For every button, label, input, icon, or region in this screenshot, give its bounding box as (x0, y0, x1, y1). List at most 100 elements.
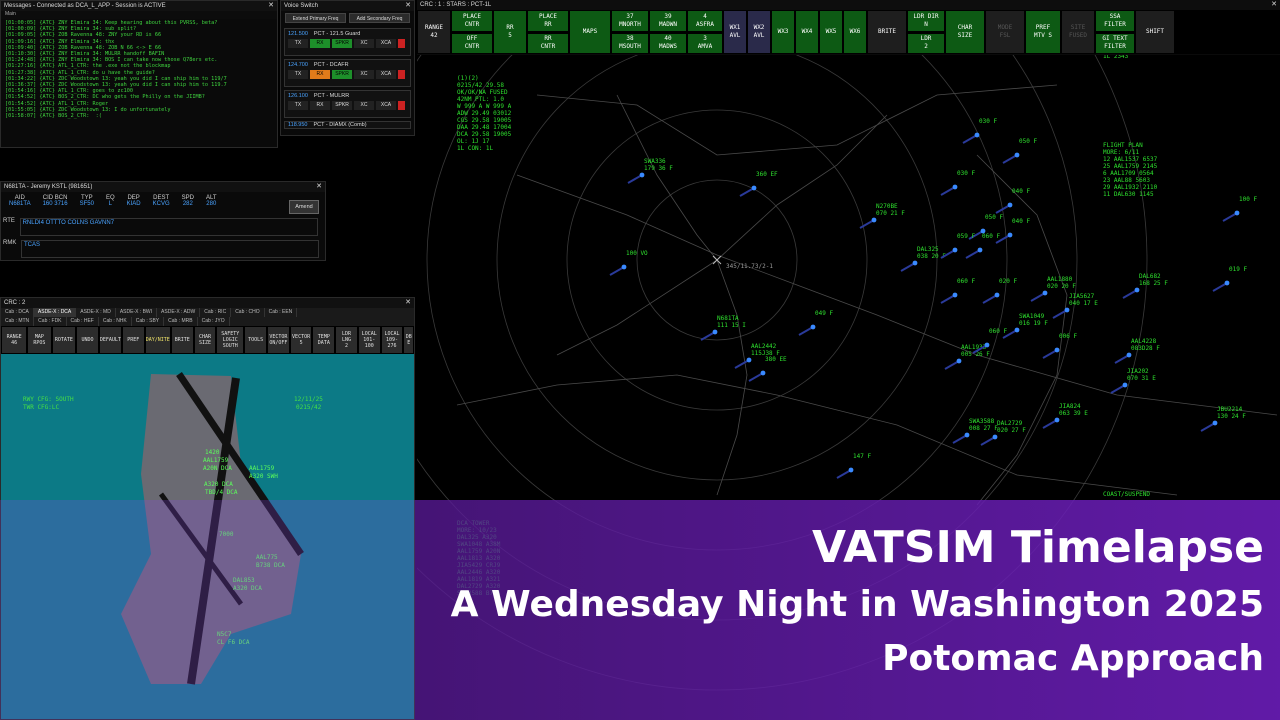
aircraft-target[interactable] (952, 247, 958, 253)
aircraft-target[interactable] (1122, 382, 1128, 388)
asde-dcb-button[interactable]: VECTOR ON/OFF (266, 326, 290, 354)
asde-tab[interactable]: ASDE-X : BWI (116, 308, 158, 317)
asde-dcb-button[interactable]: TOOLS (244, 326, 267, 354)
asde-dcb-button[interactable]: TEMP DATA (312, 326, 336, 354)
asde-tab[interactable]: ASDE-X : DCA (33, 308, 77, 317)
datablock-callsign[interactable]: 040 F (1012, 218, 1030, 225)
asde-dcb-button[interactable]: VECTOR 5 (289, 326, 313, 354)
stars-dcb-button[interactable]: RANGE 42 (417, 10, 451, 54)
datablock-callsign[interactable]: SWA1049 (1019, 313, 1045, 320)
datablock-callsign[interactable]: 147 F (853, 453, 871, 460)
stars-dcb-half[interactable]: RR CNTR (527, 32, 569, 54)
asde-dcb-button[interactable]: UNDO (76, 326, 99, 354)
asde-tab[interactable]: Cab : RIC (200, 308, 232, 317)
asde-dcb-button[interactable]: SAFETY LOGIC SOUTH (216, 326, 245, 354)
datablock-callsign[interactable]: 060 F (982, 233, 1000, 240)
messages-tab-main[interactable]: Main (1, 11, 277, 19)
stars-dcb-button[interactable]: WX1 AVL (723, 10, 747, 54)
tx-button[interactable]: TX (288, 70, 308, 79)
asde-dcb-button[interactable]: MAP RPOS (27, 326, 52, 354)
aircraft-tag[interactable]: A320 SWH (249, 473, 278, 480)
rx-button[interactable]: RX (310, 39, 330, 48)
aircraft-target[interactable] (1042, 290, 1048, 296)
datablock-callsign[interactable]: 360 EF (756, 171, 778, 178)
aircraft-tag[interactable]: 1420 (205, 449, 220, 456)
aircraft-tag[interactable]: N5C7 (217, 631, 232, 638)
datablock-callsign[interactable]: DAL2729 (997, 420, 1023, 427)
spkr-button[interactable]: SPKR (332, 101, 352, 110)
close-icon[interactable]: ✕ (405, 1, 411, 11)
aircraft-target[interactable] (964, 432, 970, 438)
aircraft-target[interactable] (760, 370, 766, 376)
stars-dcb-half[interactable]: PLACE CNTR (451, 10, 493, 32)
aircraft-tag[interactable]: TBD/4 DCA (205, 489, 238, 496)
aircraft-target[interactable] (871, 217, 877, 223)
stars-dcb-button[interactable]: 37 MNORTH 38 MSOUTH (611, 10, 649, 54)
aircraft-target[interactable] (992, 434, 998, 440)
asde-tab[interactable]: Cab : SBY (132, 317, 165, 326)
aircraft-target[interactable] (1064, 307, 1070, 313)
route-field[interactable]: RNLDI4 OTTTO COLNS GAVNN7 (19, 218, 318, 236)
asde-tab[interactable]: Cab : HEF (67, 317, 99, 326)
xca-button[interactable]: XCA (376, 101, 396, 110)
asde-dcb-button[interactable]: DEFAULT (98, 326, 122, 354)
datablock-callsign[interactable]: 030 F (979, 118, 997, 125)
aircraft-tag[interactable]: AAL1759 (249, 465, 275, 472)
stars-dcb-half[interactable]: LDR 2 (907, 32, 945, 54)
aircraft-target[interactable] (912, 260, 918, 266)
tx-button[interactable]: TX (288, 101, 308, 110)
asde-dcb-button[interactable]: BRITE (170, 326, 194, 354)
aircraft-target[interactable] (746, 357, 752, 363)
aircraft-target[interactable] (1134, 287, 1140, 293)
asde-dcb-button[interactable]: LDR LNG 2 (335, 326, 358, 354)
xc-button[interactable]: XC (354, 101, 374, 110)
cid-bcn-field[interactable]: 160 3716 (37, 201, 74, 207)
stars-dcb-button[interactable]: LDR DIR N LDR 2 (907, 10, 945, 54)
asde-tab[interactable]: Cab : DCA (1, 308, 34, 317)
datablock-callsign[interactable]: N681TA (717, 315, 739, 322)
asde-tab[interactable]: ASDE-X : MD (76, 308, 116, 317)
aircraft-target[interactable] (1224, 280, 1230, 286)
spkr-button[interactable]: SPKR (332, 39, 352, 48)
stars-dcb-button[interactable]: BRITE (867, 10, 907, 54)
asde-dcb-button[interactable]: LOCAL 109-276 (380, 326, 404, 354)
stars-dcb-button[interactable]: PREF MTV S (1025, 10, 1061, 54)
datablock-callsign[interactable]: JIA202 (1127, 368, 1149, 375)
type-field[interactable]: SF50 (74, 201, 100, 207)
datablock-callsign[interactable]: 050 F (1019, 138, 1037, 145)
rx-button[interactable]: RX (310, 101, 330, 110)
asde-dcb-button[interactable]: DAY/NITE (144, 326, 171, 354)
aircraft-target[interactable] (621, 264, 627, 270)
aircraft-target[interactable] (848, 467, 854, 473)
datablock-callsign[interactable]: 030 F (957, 170, 975, 177)
aircraft-target[interactable] (984, 342, 990, 348)
stars-dcb-button[interactable]: WX6 (843, 10, 867, 54)
datablock-callsign[interactable]: 019 F (1229, 266, 1247, 273)
aircraft-tag[interactable]: AAL1759 (203, 457, 229, 464)
remarks-field[interactable]: TCAS (21, 240, 320, 258)
stars-dcb-button[interactable]: RR 5 (493, 10, 527, 54)
xc-button[interactable]: XC (354, 39, 374, 48)
stars-dcb-button[interactable]: PLACE CNTR OFF CNTR (451, 10, 493, 54)
aid-field[interactable]: N681TA (3, 201, 37, 207)
aircraft-target[interactable] (977, 247, 983, 253)
aircraft-target[interactable] (810, 324, 816, 330)
stars-dcb-half[interactable]: 40 MADWS (649, 32, 687, 54)
aircraft-target[interactable] (1014, 327, 1020, 333)
destination-field[interactable]: KCVG (147, 201, 176, 207)
aircraft-tag[interactable]: A20N DCA (203, 465, 232, 472)
datablock-callsign[interactable]: JBU2214 (1217, 406, 1243, 413)
stars-dcb-half[interactable]: OFF CNTR (451, 32, 493, 54)
aircraft-target[interactable] (1212, 420, 1218, 426)
datablock-callsign[interactable]: 100 VO (626, 250, 648, 257)
datablock-callsign[interactable]: 006 F (1059, 333, 1077, 340)
stars-dcb-half[interactable]: 39 MADWN (649, 10, 687, 32)
datablock-callsign[interactable]: 050 F (985, 214, 1003, 221)
aircraft-target[interactable] (1007, 232, 1013, 238)
departure-field[interactable]: KIAD (121, 201, 147, 207)
aircraft-tag[interactable]: AAL775 (256, 554, 278, 561)
close-icon[interactable]: ✕ (1271, 0, 1277, 10)
speed-field[interactable]: 282 (176, 201, 200, 207)
datablock-callsign[interactable]: N270BE (876, 203, 898, 210)
datablock-callsign[interactable]: SWA336 (644, 158, 666, 165)
